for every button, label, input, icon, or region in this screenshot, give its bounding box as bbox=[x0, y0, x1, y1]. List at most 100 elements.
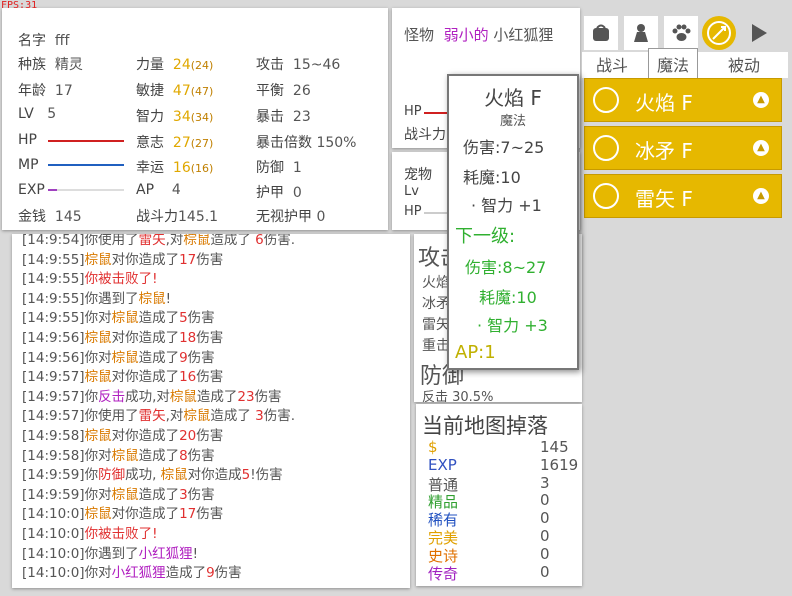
combat-log[interactable]: [14:9:54]你使用了雷矢,对棕鼠造成了 6伤害. [14:9:55]棕鼠对你… bbox=[12, 234, 410, 588]
mp-bar bbox=[48, 164, 124, 166]
agility-row: 敏捷 47(47) bbox=[136, 80, 213, 100]
log-text: 20 bbox=[179, 428, 197, 444]
attack-label: 攻击 bbox=[256, 57, 284, 73]
upgrade-icon[interactable]: ▲ bbox=[753, 140, 769, 156]
log-text: 你 bbox=[84, 467, 99, 484]
log-timestamp: [14:10:0] bbox=[22, 526, 85, 542]
luck-base: (16) bbox=[190, 162, 214, 175]
crit-label: 暴击 bbox=[256, 109, 284, 125]
log-text: 棕鼠 bbox=[111, 349, 139, 366]
skill-ice-spear[interactable]: 冰矛 F ▲ bbox=[584, 126, 782, 170]
log-timestamp: [14:10:0] bbox=[22, 506, 85, 523]
tab-magic[interactable]: 魔法 bbox=[648, 48, 699, 79]
log-line: [14:9:57]棕鼠对你造成了16伤害 bbox=[22, 365, 223, 385]
agility-label: 敏捷 bbox=[136, 83, 164, 99]
log-text: 9 bbox=[206, 565, 215, 582]
level-label: LV bbox=[18, 106, 34, 122]
log-text: 雷矢 bbox=[138, 234, 166, 248]
log-text: 18 bbox=[179, 330, 197, 346]
log-text: 对你造成 bbox=[187, 467, 242, 484]
drop-value: 3 bbox=[540, 473, 550, 492]
luck-value: 16 bbox=[172, 160, 191, 176]
log-text: 成功, bbox=[125, 467, 161, 484]
drop-value: 0 bbox=[540, 491, 550, 510]
log-text: 伤害 bbox=[254, 388, 282, 405]
pierce-value: 0 bbox=[316, 209, 326, 225]
drop-row: 史诗 0 bbox=[428, 545, 568, 565]
skill-ice-name: 冰矛 F bbox=[635, 139, 693, 163]
gold-value: 145 bbox=[54, 209, 82, 225]
log-text: 你对 bbox=[84, 565, 112, 582]
crit-multiplier-row: 暴击倍数 150% bbox=[256, 132, 356, 152]
fps-counter: FPS:31 bbox=[1, 0, 38, 11]
log-line: [14:9:58]棕鼠对你造成了20伤害 bbox=[22, 424, 223, 444]
log-timestamp: [14:9:59] bbox=[22, 467, 85, 484]
bag-icon[interactable] bbox=[584, 16, 618, 50]
drop-row: $145 bbox=[428, 438, 569, 456]
log-text: 6 bbox=[255, 234, 264, 248]
log-line: [14:9:55]你对棕鼠造成了5伤害 bbox=[22, 306, 215, 326]
log-text: 3 bbox=[179, 486, 188, 503]
log-line: [14:9:59]你对棕鼠造成了3伤害 bbox=[22, 483, 215, 503]
age-label: 年龄 bbox=[18, 83, 46, 99]
defense-label: 防御 bbox=[256, 160, 284, 176]
pierce-label: 无视护甲 bbox=[256, 209, 312, 225]
thunder-skill-icon bbox=[593, 183, 619, 209]
log-text: 3 bbox=[255, 408, 264, 425]
drop-label: EXP bbox=[428, 455, 457, 474]
log-timestamp: [14:9:57] bbox=[22, 408, 85, 425]
log-text: 造成了 bbox=[165, 565, 207, 582]
balance-value: 26 bbox=[292, 83, 311, 99]
skill-fire[interactable]: 火焰 F ▲ bbox=[584, 78, 782, 122]
drop-label: 传奇 bbox=[428, 564, 459, 583]
armor-label: 护甲 bbox=[256, 185, 284, 201]
log-text: 棕鼠 bbox=[84, 369, 112, 386]
log-text: 小红狐狸 bbox=[138, 545, 193, 562]
monster-header: 怪物 弱小的 小红狐狸 bbox=[404, 24, 553, 45]
hp-label: HP bbox=[18, 132, 37, 148]
balance-row: 平衡 26 bbox=[256, 80, 311, 100]
log-text: 造成了 bbox=[210, 234, 256, 248]
power-label: 战斗力 bbox=[136, 209, 178, 225]
tooltip-next-bonus: · 智力 +3 bbox=[477, 316, 548, 335]
magic-icon[interactable] bbox=[702, 16, 736, 50]
intelligence-value: 34 bbox=[172, 109, 191, 125]
log-text: 棕鼠 bbox=[84, 428, 112, 444]
name-row: 名字 fff bbox=[18, 30, 69, 50]
skill-thunder-arrow[interactable]: 雷矢 F ▲ bbox=[584, 174, 782, 218]
tab-combat[interactable]: 战斗 bbox=[596, 52, 628, 76]
log-line: [14:9:58]你对棕鼠造成了8伤害 bbox=[22, 444, 215, 464]
drop-value: 1619 bbox=[540, 455, 579, 474]
log-text: 造成了 bbox=[138, 310, 180, 327]
tooltip-type: 魔法 bbox=[499, 114, 526, 129]
paw-icon[interactable] bbox=[664, 16, 698, 50]
intelligence-base: (34) bbox=[190, 111, 214, 124]
fire-skill-icon bbox=[593, 87, 619, 113]
log-timestamp: [14:9:55] bbox=[22, 290, 85, 307]
character-icon[interactable] bbox=[624, 16, 658, 50]
log-line: [14:10:0]你被击败了! bbox=[22, 522, 158, 542]
log-text: ,对 bbox=[165, 408, 184, 425]
counter-rate: 反击 30.5% bbox=[422, 390, 494, 402]
intelligence-row: 智力 34(34) bbox=[136, 106, 213, 126]
drop-label: $ bbox=[428, 438, 438, 456]
tab-passive[interactable]: 被动 bbox=[728, 52, 760, 76]
log-text: 你使用了 bbox=[84, 408, 139, 425]
ap-label: AP bbox=[136, 182, 155, 198]
ap-row: AP 4 bbox=[136, 182, 181, 198]
hp-bar bbox=[48, 140, 124, 142]
log-text: 5 bbox=[179, 310, 188, 327]
play-icon[interactable] bbox=[742, 16, 776, 50]
luck-label: 幸运 bbox=[136, 160, 164, 176]
drop-value: 0 bbox=[540, 527, 550, 545]
upgrade-icon[interactable]: ▲ bbox=[753, 92, 769, 108]
log-text: 雷矢 bbox=[138, 408, 166, 425]
log-text: 你对 bbox=[84, 447, 112, 464]
tooltip-bonus: · 智力 +1 bbox=[471, 196, 542, 215]
log-text: 你对 bbox=[84, 486, 112, 503]
log-timestamp: [14:9:58] bbox=[22, 428, 85, 444]
crit-multiplier-label: 暴击倍数 bbox=[256, 135, 312, 151]
upgrade-icon[interactable]: ▲ bbox=[753, 188, 769, 204]
character-stats-panel: 名字 fff 种族 精灵 年龄 17 LV 5 HP MP EXP 金钱 145… bbox=[2, 8, 388, 230]
monster-prefix: 弱小的 bbox=[443, 26, 489, 44]
